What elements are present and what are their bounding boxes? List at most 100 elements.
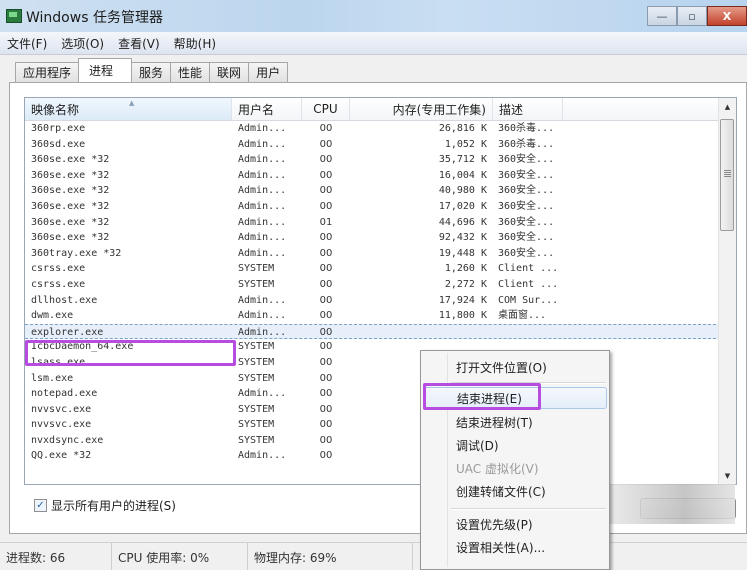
process-row[interactable]: 360se.exe *32 Admin... 00 17,020 K 360安全...	[25, 199, 721, 215]
scrollbar-thumb[interactable]	[720, 119, 734, 231]
process-row[interactable]: dwm.exe Admin... 00 11,800 K 桌面窗...	[25, 308, 721, 324]
process-name: 360rp.exe	[31, 123, 86, 134]
process-row[interactable]: 360tray.exe *32 Admin... 00 19,448 K 360安全..…	[25, 246, 721, 262]
process-memory: 11,800 K	[438, 310, 487, 322]
process-description: 360安全...	[498, 232, 555, 244]
tab-networking[interactable]: 联网	[209, 62, 250, 82]
column-header-description[interactable]: 描述	[493, 98, 563, 120]
menu-help[interactable]: 帮助(H)	[167, 35, 223, 52]
process-description: 360安全...	[498, 247, 555, 259]
process-description: 360杀毒...	[498, 138, 555, 150]
process-row[interactable]: nvvsvc.exe SYSTEM 00	[25, 402, 721, 418]
tab-services[interactable]: 服务	[131, 62, 172, 82]
menu-bar: 文件(F) 选项(O) 查看(V) 帮助(H)	[0, 32, 747, 55]
tab-processes[interactable]: 进程	[78, 58, 133, 82]
tab-strip: 应用程序 进程 服务 性能 联网 用户	[15, 58, 289, 82]
vertical-scrollbar[interactable]: ▲ ▼	[718, 98, 736, 484]
menu-set-affinity[interactable]: 设置相关性(A)...	[423, 536, 607, 558]
process-row[interactable]: explorer.exe Admin... 00	[25, 323, 721, 340]
process-row[interactable]: lsass.exe SYSTEM 00	[25, 355, 721, 371]
menu-end-process[interactable]: 结束进程(E)	[423, 387, 607, 409]
process-row[interactable]: IcbcDaemon_64.exe SYSTEM 00	[25, 339, 721, 355]
process-row[interactable]: 360sd.exe Admin... 00 1,052 K 360杀毒...	[25, 137, 721, 153]
column-header-cpu[interactable]: CPU	[302, 98, 350, 120]
menu-view[interactable]: 查看(V)	[111, 35, 167, 52]
process-row[interactable]: notepad.exe Admin... 00	[25, 386, 721, 402]
process-cpu: 00	[319, 247, 333, 259]
process-name: 360se.exe *32	[31, 200, 110, 212]
process-cpu: 00	[319, 278, 333, 290]
process-user: Admin...	[238, 232, 287, 244]
menu-options[interactable]: 选项(O)	[54, 35, 111, 52]
menu-debug[interactable]: 调试(D)	[423, 434, 607, 456]
menu-separator	[451, 508, 606, 510]
process-name: csrss.exe	[31, 263, 86, 275]
process-memory: 17,924 K	[438, 294, 487, 306]
process-name: 360tray.exe *32	[31, 247, 122, 259]
process-name: 360se.exe *32	[31, 216, 110, 228]
menu-create-dump-file[interactable]: 创建转储文件(C)	[423, 480, 607, 502]
process-name: nvvsvc.exe	[31, 403, 92, 415]
show-all-users-checkbox[interactable]: ✓ 显示所有用户的进程(S)	[34, 497, 176, 514]
process-name: 360se.exe *32	[31, 232, 110, 244]
process-cpu: 00	[319, 154, 333, 166]
tab-performance[interactable]: 性能	[170, 62, 211, 82]
menu-uac-virtualization: UAC 虚拟化(V)	[456, 461, 539, 476]
column-header-user-name[interactable]: 用户名	[232, 98, 302, 120]
process-row[interactable]: nvxdsync.exe SYSTEM 00	[25, 433, 721, 449]
process-cpu: 00	[319, 450, 333, 462]
process-cpu: 00	[319, 341, 333, 353]
process-list[interactable]: 映像名称 ▲ 用户名 CPU 内存(专用工作集) 描述 360rp.exe Adm…	[24, 97, 737, 485]
process-memory: 92,432 K	[438, 232, 487, 244]
process-row[interactable]: 360se.exe *32 Admin... 00 16,004 K 360安全...	[25, 168, 721, 184]
process-row[interactable]: lsm.exe SYSTEM 00	[25, 371, 721, 387]
cpu-usage: CPU 使用率: 0%	[112, 543, 248, 570]
column-header-memory[interactable]: 内存(专用工作集)	[350, 98, 493, 120]
process-description: 360安全...	[498, 169, 555, 181]
process-name: IcbcDaemon_64.exe	[31, 341, 134, 353]
process-row[interactable]: 360se.exe *32 Admin... 00 40,980 K 360安全...	[25, 183, 721, 199]
show-all-users-label: 显示所有用户的进程(S)	[51, 499, 176, 513]
process-memory: 1,260 K	[444, 263, 487, 275]
process-cpu: 00	[319, 356, 333, 368]
task-manager-window: Windows 任务管理器 — ▫ X 文件(F) 选项(O) 查看(V) 帮助…	[0, 0, 747, 570]
process-row[interactable]: 360se.exe *32 Admin... 00 35,712 K 360安全...	[25, 152, 721, 168]
process-user: Admin...	[238, 216, 287, 228]
process-cpu: 00	[319, 388, 333, 400]
process-row[interactable]: dllhost.exe Admin... 00 17,924 K COM Sur...	[25, 293, 721, 309]
process-name: 360se.exe *32	[31, 185, 110, 197]
process-name: dwm.exe	[31, 310, 74, 322]
process-row[interactable]: nvvsvc.exe SYSTEM 00	[25, 417, 721, 433]
process-row[interactable]: csrss.exe SYSTEM 00 1,260 K Client ...	[25, 261, 721, 277]
process-user: SYSTEM	[238, 419, 275, 431]
menu-open-file-location[interactable]: 打开文件位置(O)	[423, 356, 607, 378]
menu-set-priority[interactable]: 设置优先级(P)	[423, 513, 607, 535]
process-row[interactable]: 360rp.exe Admin... 00 26,816 K 360杀毒...	[25, 121, 721, 137]
process-name: notepad.exe	[31, 388, 98, 400]
list-header: 映像名称 ▲ 用户名 CPU 内存(专用工作集) 描述	[25, 98, 721, 121]
process-row[interactable]: csrss.exe SYSTEM 00 2,272 K Client ...	[25, 277, 721, 293]
menu-file[interactable]: 文件(F)	[0, 35, 54, 52]
column-header-image-name[interactable]: 映像名称 ▲	[25, 98, 232, 120]
tab-users[interactable]: 用户	[248, 62, 289, 82]
tab-applications[interactable]: 应用程序	[15, 62, 80, 82]
process-name: nvxdsync.exe	[31, 434, 104, 446]
process-row[interactable]: 360se.exe *32 Admin... 01 44,696 K 360安全...	[25, 215, 721, 231]
physical-memory: 物理内存: 69%	[248, 543, 413, 570]
minimize-button[interactable]: —	[647, 6, 677, 26]
process-rows: 360rp.exe Admin... 00 26,816 K 360杀毒... 360sd…	[25, 121, 721, 464]
title-bar[interactable]: Windows 任务管理器 — ▫ X	[0, 0, 747, 32]
process-memory: 44,696 K	[438, 216, 487, 228]
process-description: Client ...	[498, 278, 559, 290]
process-user: Admin...	[238, 138, 287, 150]
column-label: 映像名称	[31, 102, 80, 117]
close-button[interactable]: X	[707, 6, 747, 26]
scroll-down-icon[interactable]: ▼	[719, 467, 736, 484]
maximize-button[interactable]: ▫	[677, 6, 707, 26]
process-row[interactable]: 360se.exe *32 Admin... 00 92,432 K 360安全...	[25, 230, 721, 246]
menu-end-process-tree[interactable]: 结束进程树(T)	[423, 411, 607, 433]
checkmark-icon[interactable]: ✓	[34, 499, 47, 512]
scroll-up-icon[interactable]: ▲	[719, 98, 736, 115]
process-user: Admin...	[238, 326, 287, 338]
process-row[interactable]: QQ.exe *32 Admin... 00	[25, 448, 721, 464]
